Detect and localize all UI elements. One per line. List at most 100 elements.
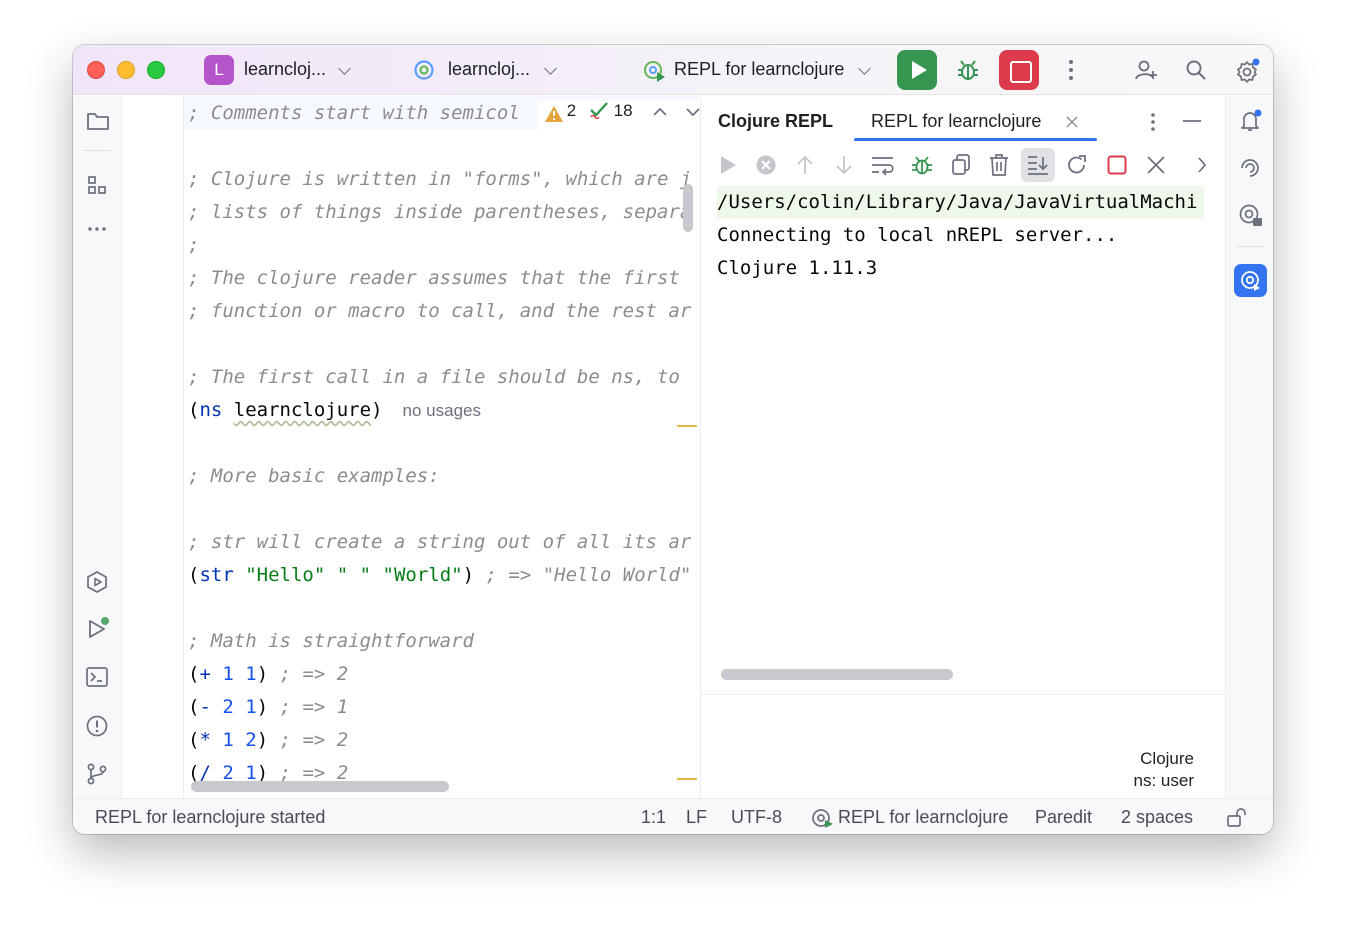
scroll-to-end-icon[interactable] (1026, 154, 1050, 176)
code-line[interactable]: (ns learnclojure) no usages (188, 394, 481, 427)
inspection-widget[interactable]: 2 18 (538, 101, 705, 131)
structure-icon[interactable] (86, 174, 108, 196)
clear-icon[interactable] (988, 153, 1010, 177)
code-line[interactable]: ; The first call in a file should be ns,… (188, 361, 691, 394)
repl-active-icon (1241, 271, 1260, 291)
settings-icon[interactable] (1235, 58, 1261, 84)
services-icon[interactable] (85, 570, 109, 594)
problems-icon[interactable] (85, 714, 109, 738)
warning-stripe-marker[interactable] (677, 778, 697, 780)
vcs-widget-icon[interactable] (413, 59, 435, 81)
run-config-name[interactable]: REPL for learnclojure (674, 59, 844, 80)
stop-icon[interactable] (1106, 154, 1128, 176)
line-separator[interactable]: LF (686, 807, 707, 828)
execute-icon[interactable] (717, 154, 739, 176)
folder-icon[interactable] (86, 110, 110, 132)
window-close-button[interactable] (87, 61, 105, 79)
stop-button[interactable] (999, 50, 1039, 90)
tab-repl-session[interactable]: REPL for learnclojure (871, 111, 1041, 132)
close-icon[interactable] (1146, 155, 1166, 175)
minimize-icon[interactable] (1181, 118, 1203, 124)
code-line[interactable]: (str "Hello" " " "World") ; => "Hello Wo… (188, 559, 691, 592)
repl-tool-window: Clojure REPL REPL for learnclojure /User… (700, 96, 1226, 798)
chevron-down-icon[interactable] (338, 62, 351, 75)
code-line[interactable]: ; Math is straightforward (188, 625, 474, 658)
code-line[interactable]: (+ 1 1) ; => 2 (188, 658, 348, 691)
notifications-icon[interactable] (1238, 108, 1264, 134)
ai-assistant-icon[interactable] (1238, 156, 1262, 180)
paredit-mode[interactable]: Paredit (1035, 807, 1092, 828)
ok-count: 18 (613, 101, 633, 120)
code-token: "Hello" (245, 564, 326, 586)
warning-stripe-marker[interactable] (677, 425, 697, 427)
chevron-down-icon[interactable] (686, 107, 700, 117)
window-maximize-button[interactable] (147, 61, 165, 79)
code-token: 1 (245, 696, 257, 718)
code-token: 1 (222, 663, 234, 685)
editor-horizontal-scrollbar[interactable] (191, 781, 449, 792)
chevron-right-icon[interactable] (1196, 156, 1208, 174)
copy-icon[interactable] (950, 153, 972, 177)
git-branch-icon[interactable] (85, 762, 109, 786)
debug-icon[interactable] (955, 57, 981, 83)
repl-config-icon[interactable] (643, 58, 667, 82)
window-minimize-button[interactable] (117, 61, 135, 79)
repl-status[interactable]: REPL for learnclojure (838, 807, 1008, 828)
project-name[interactable]: learncloj... (244, 59, 326, 80)
debug-icon[interactable] (909, 152, 935, 178)
repl-namespace: ns: user (1133, 771, 1194, 790)
close-tab-icon[interactable] (1065, 115, 1079, 129)
more-vertical-icon[interactable] (1061, 57, 1081, 83)
file-encoding[interactable]: UTF-8 (731, 807, 782, 828)
code-line[interactable]: ; Clojure is written in "forms", which a… (188, 163, 691, 196)
code-line[interactable]: (- 2 1) ; => 1 (188, 691, 348, 724)
repl-active-button[interactable] (1234, 264, 1267, 297)
add-user-icon[interactable] (1134, 58, 1158, 82)
terminal-icon[interactable] (85, 666, 109, 688)
code-token: str (199, 564, 234, 586)
code-editor[interactable]: ; Comments start with semicol ; Clojure … (184, 96, 699, 798)
soft-wrap-icon[interactable] (870, 154, 896, 176)
search-icon[interactable] (1185, 59, 1207, 81)
code-line[interactable]: ; Comments start with semicol (188, 97, 520, 130)
code-line[interactable]: ; str will create a string out of all it… (188, 526, 691, 559)
code-line[interactable]: ; lists of things inside parentheses, se… (188, 196, 691, 229)
code-line[interactable]: (* 1 2) ; => 2 (188, 724, 348, 757)
project-badge[interactable]: L (204, 55, 234, 85)
repl-output[interactable]: /Users/colin/Library/Java/JavaVirtualMac… (701, 186, 1204, 706)
reload-icon[interactable] (1065, 153, 1089, 177)
code-line[interactable]: ; The clojure reader assumes that the fi… (188, 262, 691, 295)
output-horizontal-scrollbar[interactable] (721, 669, 953, 680)
code-line[interactable]: ; More basic examples: (188, 460, 440, 493)
editor-gutter[interactable] (123, 96, 184, 798)
status-message[interactable]: REPL for learnclojure started (95, 807, 325, 828)
vcs-name[interactable]: learncloj... (448, 59, 530, 80)
run-dashboard-icon[interactable] (85, 616, 111, 642)
indent-setting[interactable]: 2 spaces (1121, 807, 1193, 828)
chevron-down-icon[interactable] (544, 62, 557, 75)
chevron-up-icon[interactable] (653, 107, 667, 117)
history-down-icon[interactable] (834, 154, 854, 176)
repl-input-area[interactable]: Clojure ns: user (701, 694, 1226, 798)
status-bar: REPL for learnclojure started 1:1 LF UTF… (73, 798, 1273, 834)
caret-position[interactable]: 1:1 (641, 807, 666, 828)
run-button[interactable] (897, 50, 937, 90)
chevron-down-icon[interactable] (858, 62, 871, 75)
code-token: ; => 1 (279, 696, 349, 718)
code-line[interactable]: ; function or macro to call, and the res… (188, 295, 691, 328)
editor-vertical-scrollbar[interactable] (683, 184, 693, 232)
code-token: 2 (222, 696, 234, 718)
divider (1236, 246, 1264, 247)
interrupt-icon[interactable] (755, 154, 777, 176)
warning-count: 2 (566, 101, 577, 120)
code-token: 1 (222, 729, 234, 751)
more-vertical-icon[interactable] (1145, 110, 1161, 134)
code-token: - (199, 696, 211, 718)
code-line[interactable]: ; (188, 229, 199, 262)
unlock-icon[interactable] (1226, 808, 1248, 828)
inlay-hint-usages[interactable]: no usages (403, 401, 481, 420)
warning-icon (545, 106, 563, 122)
more-horizontal-icon[interactable] (86, 222, 108, 236)
history-up-icon[interactable] (795, 154, 815, 176)
clojure-repl-icon[interactable] (1238, 202, 1264, 228)
